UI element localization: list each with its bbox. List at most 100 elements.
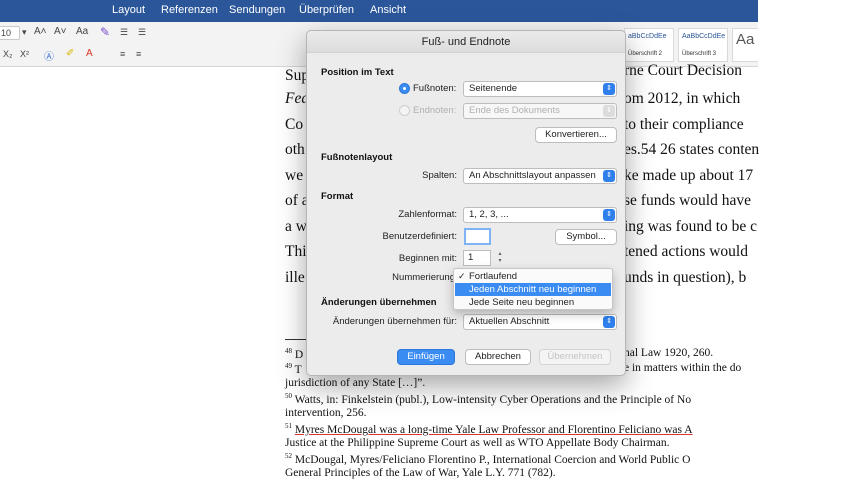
endnotes-label: Endnoten: [413, 105, 457, 116]
footnote-line: 48 D [285, 347, 303, 361]
tab-layout[interactable]: Layout [112, 4, 145, 16]
footnote-number: 49 [285, 362, 292, 370]
menu-item-restart-each-page[interactable]: Jede Seite neu beginnen [455, 296, 611, 309]
footnote-text: Watts, in: Finkelstein (publ.), Low-inte… [294, 393, 692, 406]
dialog-title: Fuß- und Endnote [307, 31, 625, 53]
body-right-fragment: rne Court Decision [624, 62, 742, 79]
select-value: An Abschnittslayout anpassen [469, 170, 596, 181]
style-preview: Aa [736, 31, 755, 48]
apply-button[interactable]: Übernehmen [539, 349, 611, 365]
footnote-line: 50 Watts, in: Finkelstein (publ.), Low-i… [285, 392, 691, 406]
footnote-text: Myres McDougal was a long-time Yale Law … [294, 423, 693, 436]
subscript-icon[interactable]: X₂ [3, 49, 13, 59]
endnotes-position-select[interactable]: Ende des Dokuments ⇕ [463, 103, 617, 119]
body-right-fragment: ing was found to be c [624, 218, 758, 235]
footnote-number: 48 [285, 347, 292, 355]
clear-format-icon[interactable]: ✎ [100, 25, 110, 39]
grow-font-icon[interactable]: A˄ [34, 26, 47, 37]
symbol-button[interactable]: Symbol... [555, 229, 617, 245]
start-at-input[interactable]: 1 [463, 250, 491, 266]
cancel-button[interactable]: Abbrechen [465, 349, 531, 365]
tab-sendungen[interactable]: Sendungen [229, 4, 285, 16]
numbering-icon[interactable]: ☰ [138, 27, 146, 38]
footnote-line: 49 T [285, 362, 302, 376]
footnote-text: McDougal, Myres/Feliciano Florentino P.,… [294, 453, 691, 466]
numbering-label: Nummerierung [392, 272, 455, 283]
align-center-icon[interactable]: ≡ [136, 49, 141, 59]
change-case-icon[interactable]: Aa [76, 26, 88, 37]
footnote-line: Justice at the Philippine Supreme Court … [285, 437, 670, 449]
apply-to-select[interactable]: Aktuellen Abschnitt ⇕ [463, 314, 617, 330]
insert-button[interactable]: Einfügen [397, 349, 455, 365]
body-left-fragment: ille [285, 269, 305, 286]
numbering-dropdown-menu: ✓ Fortlaufend Jeden Abschnitt neu beginn… [453, 268, 613, 310]
endnotes-radio[interactable] [399, 105, 410, 116]
font-color-icon[interactable]: A [86, 48, 93, 59]
columns-select[interactable]: An Abschnittslayout anpassen ⇕ [463, 168, 617, 184]
footnote-endnote-dialog: Fuß- und Endnote Position im Text Fußnot… [306, 30, 626, 376]
tab-ueberpruefen[interactable]: Überprüfen [299, 4, 354, 16]
chevron-updown-icon: ⇕ [603, 170, 615, 182]
footnotes-label: Fußnoten: [413, 83, 457, 94]
select-value: 1, 2, 3, ... [469, 209, 509, 220]
columns-label: Spalten: [422, 170, 457, 181]
section-format: Format [321, 191, 354, 202]
ribbon-tab-bar: Layout Referenzen Sendungen Überprüfen A… [0, 0, 758, 22]
superscript-icon[interactable]: X² [20, 49, 29, 59]
body-right-fragment: om 2012, in which [624, 90, 741, 107]
text-effects-icon[interactable]: Ⓐ [44, 48, 54, 63]
body-left-fragment: Thi [285, 243, 307, 260]
number-format-select[interactable]: 1, 2, 3, ... ⇕ [463, 207, 617, 223]
footnotes-position-select[interactable]: Seitenende ⇕ [463, 81, 617, 97]
start-at-stepper[interactable]: ▴ ▾ [496, 251, 504, 265]
style-heading-2[interactable]: aBbCcDdEe Überschrift 2 [624, 28, 674, 62]
section-position: Position im Text [321, 67, 394, 78]
body-left-fragment: a w [285, 218, 307, 235]
menu-item-label: Fortlaufend [469, 271, 518, 282]
word-window: Layout Referenzen Sendungen Überprüfen A… [0, 0, 864, 486]
align-left-icon[interactable]: ≡ [120, 49, 125, 59]
footnote-line: jurisdiction of any State […]”. [285, 377, 426, 389]
footnote-number: 50 [285, 392, 292, 400]
style-title[interactable]: Aa [732, 28, 758, 62]
footnote-text: T [294, 363, 302, 376]
select-value: Seitenende [469, 83, 518, 94]
custom-mark-label: Benutzerdefiniert: [382, 231, 457, 242]
menu-item-label: Jeden Abschnitt neu beginnen [469, 284, 597, 295]
style-label: Überschrift 3 [682, 51, 717, 57]
section-footnote-layout: Fußnotenlayout [321, 152, 393, 163]
menu-item-continuous[interactable]: ✓ Fortlaufend [455, 270, 611, 283]
footnote-line: 52 McDougal, Myres/Feliciano Florentino … [285, 452, 690, 466]
tab-ansicht[interactable]: Ansicht [370, 4, 406, 16]
font-size-select[interactable]: 10 [0, 26, 20, 40]
custom-mark-input[interactable] [464, 228, 491, 245]
chevron-updown-icon: ⇕ [603, 105, 615, 117]
footnotes-radio[interactable] [399, 83, 410, 94]
menu-item-restart-each-section[interactable]: Jeden Abschnitt neu beginnen [455, 283, 611, 296]
chevron-down-icon[interactable]: ▾ [22, 27, 27, 38]
highlight-icon[interactable]: ✐ [66, 48, 74, 59]
body-right-fragment: se funds would have [624, 192, 751, 209]
style-preview: aBbCcDdEe [628, 33, 667, 40]
convert-button[interactable]: Konvertieren... [535, 127, 617, 143]
style-label: Überschrift 2 [628, 51, 663, 57]
footnote-number: 52 [285, 452, 292, 460]
shrink-font-icon[interactable]: A˅ [54, 26, 67, 37]
footnote-text: nal Law 1920, 260. [624, 347, 714, 359]
footnote-text: e in matters within the do [624, 362, 742, 374]
style-heading-3[interactable]: AaBbCcDdEe Überschrift 3 [678, 28, 728, 62]
bullets-icon[interactable]: ☰ [120, 27, 128, 38]
section-apply-changes: Änderungen übernehmen [321, 297, 437, 308]
number-format-label: Zahlenformat: [398, 209, 457, 220]
apply-to-label: Änderungen übernehmen für: [332, 316, 457, 327]
select-value: Aktuellen Abschnitt [469, 316, 550, 327]
footnote-number: 51 [285, 422, 292, 430]
tab-referenzen[interactable]: Referenzen [161, 4, 218, 16]
menu-item-label: Jede Seite neu beginnen [469, 297, 575, 308]
chevron-updown-icon: ⇕ [603, 209, 615, 221]
chevron-updown-icon: ⇕ [603, 316, 615, 328]
chevron-updown-icon: ⇕ [603, 83, 615, 95]
start-at-label: Beginnen mit: [398, 253, 457, 264]
body-right-fragment: to their compliance [624, 116, 744, 133]
body-right-fragment: es.54 26 states conten [624, 141, 760, 158]
